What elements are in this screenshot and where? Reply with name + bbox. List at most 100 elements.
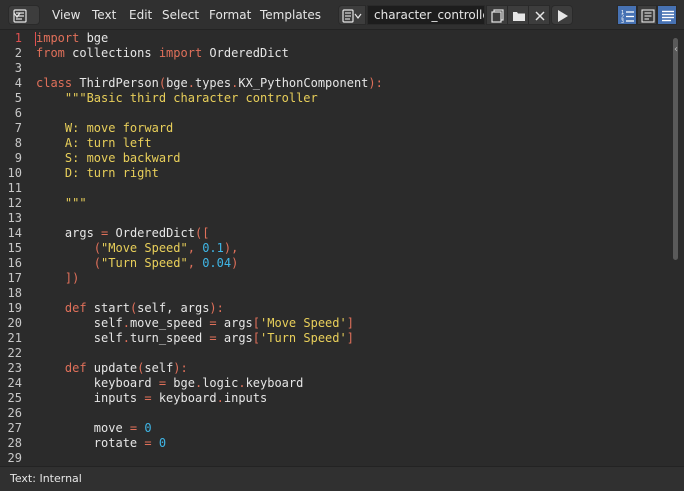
menu-edit[interactable]: Edit bbox=[122, 0, 159, 30]
code-line[interactable]: 8 A: turn left bbox=[0, 136, 672, 151]
code-text: def start(self, args): bbox=[36, 301, 224, 316]
code-text: A: turn left bbox=[36, 136, 152, 151]
chevron-down-icon bbox=[13, 12, 21, 19]
code-token: """ bbox=[36, 196, 87, 210]
line-number: 23 bbox=[7, 361, 22, 375]
code-line[interactable]: 9 S: move backward bbox=[0, 151, 672, 166]
code-line[interactable]: 25 inputs = keyboard.inputs bbox=[0, 391, 672, 406]
text-datablock-name[interactable]: character_controller... bbox=[367, 5, 485, 25]
code-token: logic bbox=[202, 376, 239, 390]
code-token: bge bbox=[166, 376, 195, 390]
code-token: inputs bbox=[223, 391, 268, 405]
line-number: 2 bbox=[14, 46, 22, 60]
line-numbers-toggle[interactable]: 1 2 3 bbox=[617, 5, 637, 25]
code-token: ( bbox=[36, 256, 102, 270]
line-number: 13 bbox=[7, 211, 22, 225]
text-editor-header: View Text Edit Select Format Templates c… bbox=[0, 0, 684, 30]
code-line[interactable]: 5 """Basic third character controller bbox=[0, 91, 672, 106]
code-line[interactable]: 3 bbox=[0, 61, 672, 76]
code-token: 0.1 bbox=[202, 241, 224, 255]
new-text-button[interactable] bbox=[486, 5, 508, 25]
unlink-text-button[interactable] bbox=[528, 5, 550, 25]
code-token: [ bbox=[252, 331, 261, 345]
code-token: self, args bbox=[137, 301, 210, 315]
code-line[interactable]: 26 bbox=[0, 406, 672, 421]
code-line[interactable]: 6 bbox=[0, 106, 672, 121]
line-number: 15 bbox=[7, 241, 22, 255]
code-line[interactable]: 4 class ThirdPerson(bge.types.KX_PythonCo… bbox=[0, 76, 672, 91]
line-number: 10 bbox=[7, 166, 22, 180]
code-line[interactable]: 28 rotate = 0 bbox=[0, 436, 672, 451]
code-token: ([ bbox=[194, 226, 210, 240]
code-line[interactable]: 23 def update(self): bbox=[0, 361, 672, 376]
word-wrap-toggle[interactable] bbox=[637, 5, 657, 25]
code-token: ] bbox=[346, 331, 354, 345]
code-line[interactable]: 29 bbox=[0, 451, 672, 465]
code-area[interactable]: 1 import bge 2 from collections import Orde… bbox=[0, 31, 672, 465]
code-token: "Move Speed" bbox=[101, 241, 188, 255]
code-token: W: move forward bbox=[36, 121, 174, 135]
code-text: self.turn_speed = args['Turn Speed'] bbox=[36, 331, 354, 346]
line-numbers-icon: 1 2 3 bbox=[621, 10, 634, 23]
code-line[interactable]: 15 ("Move Speed", 0.1), bbox=[0, 241, 672, 256]
browse-text-button[interactable] bbox=[338, 5, 366, 25]
code-text: ("Turn Speed", 0.04) bbox=[36, 256, 239, 271]
open-folder-icon bbox=[513, 12, 525, 21]
code-line[interactable]: 10 D: turn right bbox=[0, 166, 672, 181]
code-line[interactable]: 22 bbox=[0, 346, 672, 361]
code-line[interactable]: 13 bbox=[0, 211, 672, 226]
code-token: ) bbox=[231, 256, 239, 270]
code-token: def bbox=[36, 361, 87, 375]
line-number: 3 bbox=[14, 61, 22, 75]
code-token: [ bbox=[252, 316, 261, 330]
editor-type-selector[interactable] bbox=[8, 5, 40, 25]
code-line[interactable]: 18 bbox=[0, 286, 672, 301]
code-line[interactable]: 20 self.move_speed = args['Move Speed'] bbox=[0, 316, 672, 331]
menu-select[interactable]: Select bbox=[155, 0, 206, 30]
code-line[interactable]: 21 self.turn_speed = args['Turn Speed'] bbox=[0, 331, 672, 346]
code-line[interactable]: 27 move = 0 bbox=[0, 421, 672, 436]
code-token: 'Turn Speed' bbox=[260, 331, 347, 345]
code-token: 0 bbox=[144, 421, 152, 435]
code-token: "Turn Speed" bbox=[101, 256, 188, 270]
code-token: turn_speed bbox=[129, 331, 210, 345]
open-text-button[interactable] bbox=[507, 5, 529, 25]
code-token: move bbox=[36, 421, 130, 435]
menu-format[interactable]: Format bbox=[202, 0, 258, 30]
code-line[interactable]: 7 W: move forward bbox=[0, 121, 672, 136]
code-token: import bbox=[36, 31, 80, 45]
code-line[interactable]: 1 import bge bbox=[0, 31, 672, 46]
code-token: bge bbox=[166, 76, 188, 90]
code-line[interactable]: 12 """ bbox=[0, 196, 672, 211]
code-token: types bbox=[194, 76, 232, 90]
syntax-highlight-toggle[interactable] bbox=[657, 5, 677, 25]
code-token: ( bbox=[158, 76, 167, 90]
line-number: 16 bbox=[7, 256, 22, 270]
code-line[interactable]: 17 ]) bbox=[0, 271, 672, 286]
code-token: 0.04 bbox=[202, 256, 232, 270]
code-token: . bbox=[122, 331, 130, 345]
run-script-icon bbox=[558, 10, 568, 22]
code-line[interactable]: 16 ("Turn Speed", 0.04) bbox=[0, 256, 672, 271]
code-line[interactable]: 11 bbox=[0, 181, 672, 196]
vertical-scrollbar[interactable] bbox=[673, 38, 678, 260]
menu-text[interactable]: Text bbox=[85, 0, 123, 30]
menu-view[interactable]: View bbox=[45, 0, 87, 30]
run-script-button[interactable] bbox=[551, 5, 573, 25]
code-line[interactable]: 19 def start(self, args): bbox=[0, 301, 672, 316]
code-text: D: turn right bbox=[36, 166, 159, 181]
menu-templates[interactable]: Templates bbox=[253, 0, 328, 30]
code-text: keyboard = bge.logic.keyboard bbox=[36, 376, 304, 391]
code-token: keyboard bbox=[151, 391, 217, 405]
status-bar: Text: Internal bbox=[0, 466, 684, 491]
code-text: S: move backward bbox=[36, 151, 181, 166]
syntax-highlight-icon bbox=[662, 10, 674, 22]
collapse-region-icon[interactable]: ‹ bbox=[674, 44, 678, 55]
code-text: inputs = keyboard.inputs bbox=[36, 391, 267, 406]
code-line[interactable]: 2 from collections import OrderedDict bbox=[0, 46, 672, 61]
code-line[interactable]: 14 args = OrderedDict([ bbox=[0, 226, 672, 241]
code-text: """ bbox=[36, 196, 87, 211]
code-line[interactable]: 24 keyboard = bge.logic.keyboard bbox=[0, 376, 672, 391]
code-token: update bbox=[86, 361, 138, 375]
code-token: ): bbox=[368, 76, 383, 90]
